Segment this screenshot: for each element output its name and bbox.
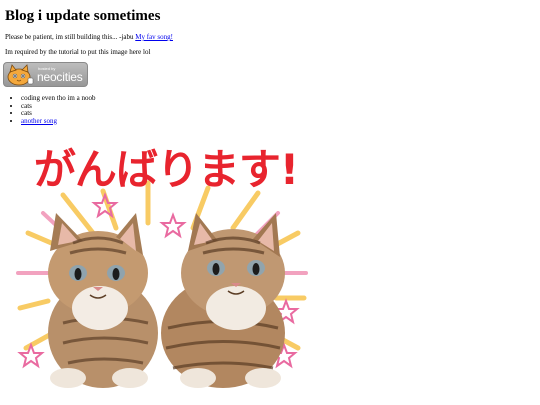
page-title: Blog i update sometimes bbox=[5, 8, 161, 24]
tutorial-note: Im required by the tutorial to put this … bbox=[5, 48, 151, 56]
fav-song-link[interactable]: My fav song! bbox=[135, 33, 173, 41]
right-kitten bbox=[161, 213, 285, 388]
kittens-image: がんばります! bbox=[8, 133, 314, 399]
intro-paragraph: Please be patient, im still building thi… bbox=[5, 33, 173, 42]
neocities-cat-icon bbox=[7, 64, 34, 86]
another-song-link[interactable]: another song bbox=[21, 117, 57, 125]
intro-text: Please be patient, im still building thi… bbox=[5, 33, 136, 41]
list-item: cats bbox=[21, 102, 95, 111]
image-caption-text: がんばります! bbox=[33, 145, 299, 194]
left-kitten bbox=[48, 213, 158, 388]
badge-neocities: neocities bbox=[37, 70, 83, 84]
list-item: another song bbox=[21, 117, 95, 126]
list-item: coding even tho im a noob bbox=[21, 94, 96, 103]
interests-list: coding even tho im a noob cats cats anot… bbox=[0, 94, 96, 126]
neocities-badge[interactable]: hosted by neocities bbox=[3, 62, 88, 87]
list-item-label: coding even tho im a noob bbox=[21, 94, 96, 102]
page: Blog i update sometimes Please be patien… bbox=[0, 0, 540, 405]
